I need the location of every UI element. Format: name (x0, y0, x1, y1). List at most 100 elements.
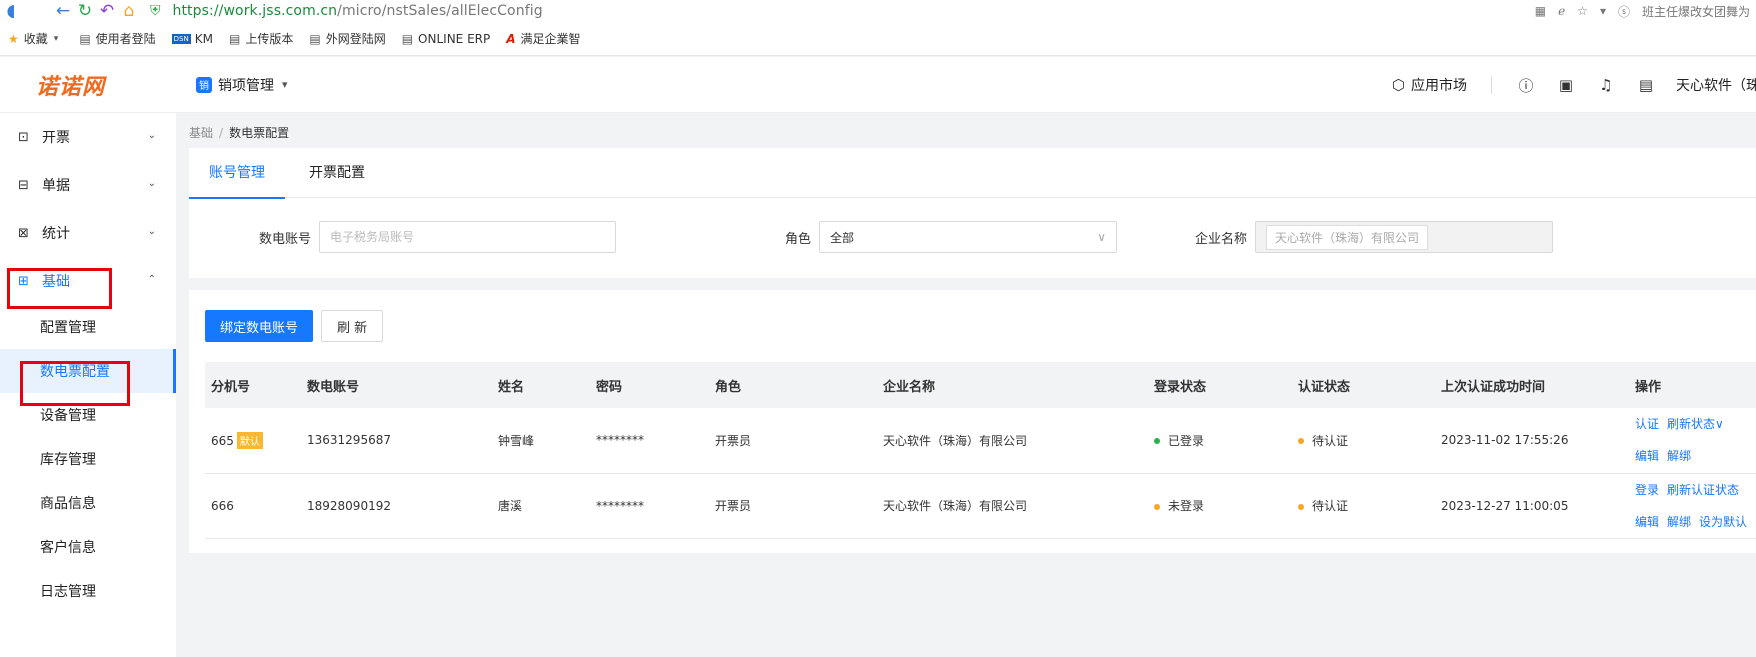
set-default-link[interactable]: 设为默认 (1699, 515, 1747, 529)
bookmark-favorites[interactable]: ★ 收藏 ▾ (8, 30, 63, 47)
chart-icon: ⊠ (18, 225, 29, 241)
module-switcher[interactable]: 销 销项管理 ▾ (196, 75, 288, 95)
login-status-cell: 未登录 (1148, 473, 1292, 539)
doc-icon: ▤ (401, 31, 414, 46)
ie-icon[interactable]: ℯ (1558, 4, 1565, 18)
authenticate-link[interactable]: 认证 (1635, 417, 1659, 431)
unbind-link[interactable]: 解绑 (1667, 515, 1691, 529)
role-cell: 开票员 (709, 408, 877, 474)
filter-row: 数电账号 角色 全部 ∨ 企业名称 天心软件（珠海）有限公司 (189, 198, 1756, 276)
unbind-link[interactable]: 解绑 (1667, 449, 1691, 463)
bookmarks-bar: ★ 收藏 ▾ ▤ 使用者登陆 DSN KM ▤ 上传版本 ▤ 外网登陆网 ▤ ONLINE E… (0, 22, 1756, 56)
sidebar-subitem-inventory[interactable]: 库存管理 (0, 437, 176, 481)
invoice-icon: ⊡ (18, 129, 29, 145)
refresh-auth-status-link[interactable]: 刷新认证状态 (1667, 483, 1739, 497)
last-auth-cell: 2023-11-02 17:55:26 (1435, 408, 1629, 474)
sidebar-subitem-logs[interactable]: 日志管理 (0, 569, 176, 613)
auth-status-cell: 待认证 (1292, 408, 1435, 474)
sidebar-subitem-label: 设备管理 (40, 408, 96, 424)
bookmark-item[interactable]: ▤ 外网登陆网 (309, 30, 385, 47)
browser-toolbar: ◖ ← ↻ ↶ ⌂ ⛨ https://work.jss.com.cn/micr… (0, 0, 1756, 22)
name-cell: 钟雪峰 (492, 408, 590, 474)
ext-cell: 666 (205, 473, 301, 539)
sidebar-subitem-customers[interactable]: 客户信息 (0, 525, 176, 569)
home-icon[interactable]: ⌂ (118, 0, 140, 22)
name-cell: 唐溪 (492, 473, 590, 539)
red-logo-icon: A (506, 31, 516, 46)
sidebar-item-documents[interactable]: ⊟ 单据 ⌄ (0, 161, 176, 209)
module-icon: 销 (196, 76, 212, 93)
company-tag: 天心软件（珠海）有限公司 (1266, 224, 1429, 250)
account-search-input[interactable] (319, 221, 616, 253)
account-cell: 13631295687 (301, 408, 492, 474)
bookmark-item[interactable]: A 满足企業智 (506, 30, 580, 47)
edit-link[interactable]: 编辑 (1635, 449, 1659, 463)
undo-icon[interactable]: ↶ (96, 0, 118, 22)
bookmark-item[interactable]: ▤ ONLINE ERP (402, 32, 491, 46)
sidebar-item-invoice[interactable]: ⊡ 开票 ⌄ (0, 113, 176, 161)
breadcrumb-root[interactable]: 基础 (189, 126, 213, 140)
refresh-status-dropdown[interactable]: 刷新状态∨ (1667, 417, 1724, 431)
sidebar-subitem-device[interactable]: 设备管理 (0, 393, 176, 437)
password-cell: ******** (590, 473, 709, 539)
sidebar-item-statistics[interactable]: ⊠ 统计 ⌄ (0, 209, 176, 257)
browser-right-tools: ▦ ℯ ☆ ▾ ⓢ 班主任爆改女团舞为 (1535, 0, 1756, 22)
chevron-up-icon: ⌃ (147, 274, 156, 285)
bookmark-label: 上传版本 (245, 32, 294, 46)
role-cell: 开票员 (709, 473, 877, 539)
edit-link[interactable]: 编辑 (1635, 515, 1659, 529)
refresh-button[interactable]: 刷 新 (321, 310, 384, 342)
help-icon[interactable]: ⓘ (1516, 75, 1536, 96)
address-bar[interactable]: ⛨ https://work.jss.com.cn/micro/nstSales… (150, 3, 543, 19)
app-header: 诺诺网 销 销项管理 ▾ ⬡ 应用市场 ⓘ ▣ ♫ ▤ 天心软件（珠 (0, 57, 1756, 113)
tab-account-management[interactable]: 账号管理 (189, 148, 285, 199)
chevron-down-icon: ∨ (1097, 230, 1106, 244)
default-badge: 默认 (236, 431, 263, 449)
bookmark-item[interactable]: ▤ 使用者登陆 (79, 30, 155, 47)
login-status-text: 已登录 (1168, 433, 1205, 448)
bookmark-item[interactable]: DSN KM (171, 32, 213, 46)
sidebar-item-base[interactable]: ⊞ 基础 ⌃ (0, 257, 176, 305)
app-market-link[interactable]: ⬡ 应用市场 (1392, 76, 1492, 94)
dropdown-icon[interactable]: ▾ (1600, 4, 1606, 18)
company-name[interactable]: 天心软件（珠 (1676, 75, 1756, 95)
bell-icon[interactable]: ♫ (1596, 76, 1616, 94)
star-outline-icon[interactable]: ☆ (1577, 4, 1588, 18)
operations-cell: 认证 刷新状态∨ 编辑 解绑 (1629, 408, 1756, 474)
tab-bar: 账号管理 开票配置 (189, 148, 1756, 199)
profile-card-icon[interactable]: ▤ (1636, 76, 1656, 94)
secure-shield-icon: ⛨ (150, 3, 161, 19)
sidebar-subitem-products[interactable]: 商品信息 (0, 481, 176, 525)
url-text[interactable]: https://work.jss.com.cn/micro/nstSales/a… (173, 3, 543, 19)
chevron-down-icon: ⌄ (147, 226, 156, 237)
search-engine-icon[interactable]: ⓢ (1618, 3, 1630, 20)
column-header: 登录状态 (1148, 362, 1292, 408)
brand-logo[interactable]: 诺诺网 (36, 69, 156, 101)
last-auth-cell: 2023-12-27 11:00:05 (1435, 473, 1629, 539)
task-icon[interactable]: ▣ (1556, 76, 1576, 94)
sidebar: ⊡ 开票 ⌄ ⊟ 单据 ⌄ ⊠ 统计 ⌄ ⊞ 基础 ⌃ 配置管理 数电票配置 设… (0, 113, 176, 657)
column-header: 密码 (590, 362, 709, 408)
login-status-cell: 已登录 (1148, 408, 1292, 474)
sidebar-subitem-config[interactable]: 配置管理 (0, 305, 176, 349)
login-link[interactable]: 登录 (1635, 483, 1659, 497)
sidebar-subitem-e-invoice-config[interactable]: 数电票配置 (0, 349, 176, 393)
status-dot-icon (1154, 503, 1160, 510)
ext-cell: 665 默认 (205, 408, 301, 474)
table-row: 666 18928090192 唐溪 ******** 开票员 天心软件（珠海）… (205, 473, 1756, 539)
doc-icon: ▤ (79, 31, 91, 46)
reload-icon[interactable]: ↻ (74, 0, 96, 22)
role-select[interactable]: 全部 ∨ (819, 221, 1117, 253)
bookmark-label: 收藏 (23, 32, 48, 46)
back-icon[interactable]: ← (52, 0, 74, 22)
chevron-down-icon: ⌄ (147, 178, 156, 189)
browser-logo-icon: ◖ (6, 1, 16, 21)
bookmark-item[interactable]: ▤ 上传版本 (229, 30, 293, 47)
company-cell: 天心软件（珠海）有限公司 (877, 408, 1148, 474)
hot-search-text[interactable]: 班主任爆改女团舞为 (1642, 3, 1750, 20)
url-path: /micro/nstSales/allElecConfig (337, 3, 543, 19)
qr-icon[interactable]: ▦ (1535, 4, 1546, 18)
bind-account-button[interactable]: 绑定数电账号 (205, 310, 314, 342)
status-dot-icon (1298, 503, 1304, 510)
tab-invoice-config[interactable]: 开票配置 (289, 148, 385, 198)
